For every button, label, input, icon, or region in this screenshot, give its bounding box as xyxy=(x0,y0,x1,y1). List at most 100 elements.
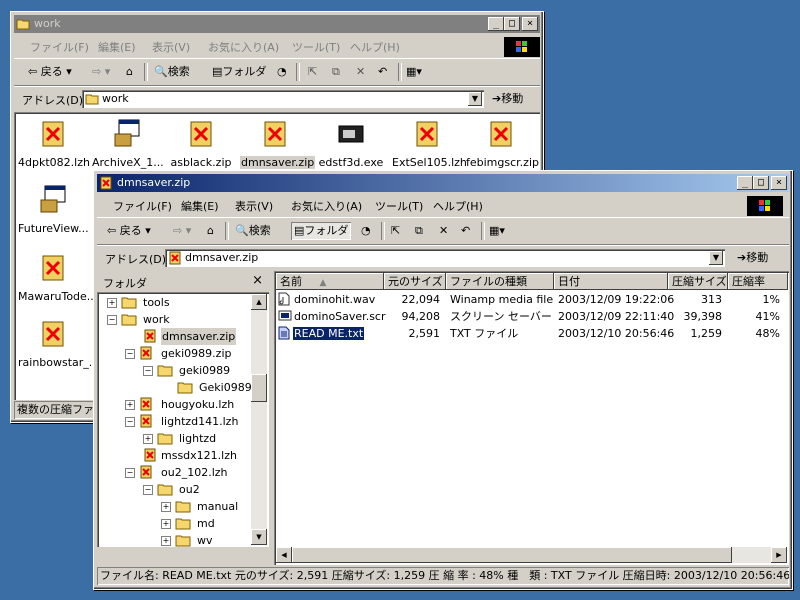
menu-file[interactable]: ファイル(F) xyxy=(113,198,172,214)
close-button[interactable]: × xyxy=(522,17,538,31)
menu-favorites[interactable]: お気に入り(A) xyxy=(291,198,362,214)
go-button[interactable]: ➔移動 xyxy=(737,249,768,267)
collapse-icon[interactable]: − xyxy=(125,468,135,478)
menu-tools[interactable]: ツール(T) xyxy=(292,39,340,55)
file-icon-item[interactable]: febimgscr.zip xyxy=(466,118,539,169)
undo-button[interactable]: ↶ xyxy=(461,222,470,240)
archive-window[interactable]: dmnsaver.zip _ □ × ファイル(F) 編集(E) 表示(V) お… xyxy=(93,170,793,590)
menu-edit[interactable]: 編集(E) xyxy=(181,198,219,214)
column-header-original-size[interactable]: 元のサイズ xyxy=(384,273,446,290)
installer-icon xyxy=(114,119,140,147)
collapse-icon[interactable]: − xyxy=(125,417,135,427)
minimize-button[interactable]: _ xyxy=(737,176,753,190)
address-input[interactable]: dmnsaver.zip ▼ xyxy=(165,249,725,267)
close-icon[interactable]: × xyxy=(252,273,263,288)
move-to-button[interactable]: ⇱ xyxy=(391,222,400,240)
folder-tree[interactable]: + tools − work dmnsaver.zip − geki0989.zip … xyxy=(97,292,269,547)
expand-icon[interactable]: + xyxy=(125,400,135,410)
scroll-down-button[interactable]: ▼ xyxy=(251,529,267,545)
forward-button[interactable]: ⇨ ▾ xyxy=(173,222,191,240)
collapse-icon[interactable]: − xyxy=(143,366,153,376)
toolbar-separator xyxy=(144,63,148,81)
file-icon-item[interactable]: ExtSel105.lzh xyxy=(392,118,467,169)
file-icon-item[interactable]: ArchiveX_1... xyxy=(92,118,164,169)
table-row-selected[interactable]: READ ME.txt 2,591 TXT ファイル 2003/12/10 20… xyxy=(274,325,789,342)
up-folder-button[interactable]: ⌂ xyxy=(207,222,214,240)
close-button[interactable]: × xyxy=(771,176,787,190)
copy-to-button[interactable]: ⧉ xyxy=(415,222,423,240)
file-icon-item[interactable]: dmnsaver.zip xyxy=(240,118,316,169)
views-button[interactable]: ▦▾ xyxy=(406,63,422,81)
file-list-view[interactable]: 名前 ▲ 元のサイズ ファイルの種類 日付 圧縮サイズ 圧縮率 dominohi… xyxy=(274,271,789,565)
scrollbar-thumb[interactable] xyxy=(292,547,732,563)
zip-archive-icon xyxy=(140,414,152,428)
folders-button[interactable]: ▤フォルダ xyxy=(212,63,266,81)
move-to-button[interactable]: ⇱ xyxy=(308,63,317,81)
folder-icon xyxy=(157,433,173,445)
column-header-ratio[interactable]: 圧縮率 xyxy=(728,273,788,290)
address-input[interactable]: work ▼ xyxy=(82,90,484,108)
file-icon-item[interactable]: edstf3d.exe xyxy=(316,118,386,169)
search-button[interactable]: 🔍検索 xyxy=(154,63,190,81)
folders-button[interactable]: ▤フォルダ xyxy=(291,222,352,240)
tree-vertical-scrollbar[interactable]: ▲ ▼ xyxy=(251,294,267,545)
scroll-right-button[interactable]: ▶ xyxy=(771,547,787,563)
minimize-button[interactable]: _ xyxy=(488,17,504,31)
windows-logo-icon xyxy=(747,196,783,216)
file-icon-item[interactable]: asblack.zip xyxy=(166,118,236,169)
menu-edit[interactable]: 編集(E) xyxy=(98,39,136,55)
go-button[interactable]: ➔移動 xyxy=(492,90,523,108)
file-icon-item[interactable]: 4dpkt082.lzh xyxy=(18,118,90,169)
collapse-icon[interactable]: − xyxy=(107,315,117,325)
copy-to-button[interactable]: ⧉ xyxy=(332,63,340,81)
delete-button[interactable]: ✕ xyxy=(356,63,365,81)
table-row[interactable]: dominoSaver.scr 94,208 スクリーン セーバー 2003/1… xyxy=(274,308,789,325)
back-button[interactable]: ⇦ 戻る ▾ xyxy=(107,222,151,240)
delete-button[interactable]: ✕ xyxy=(439,222,448,240)
expand-icon[interactable]: + xyxy=(161,536,171,546)
expand-icon[interactable]: + xyxy=(161,519,171,529)
menu-help[interactable]: ヘルプ(H) xyxy=(350,39,400,55)
expand-icon[interactable]: + xyxy=(107,298,117,308)
scroll-left-button[interactable]: ◀ xyxy=(276,547,292,563)
history-button[interactable]: ◔ xyxy=(277,63,287,81)
menu-view[interactable]: 表示(V) xyxy=(152,39,190,55)
menu-view[interactable]: 表示(V) xyxy=(235,198,273,214)
archive-title-bar[interactable]: dmnsaver.zip _ □ × xyxy=(97,174,789,192)
expand-icon[interactable]: + xyxy=(161,502,171,512)
column-header-file-type[interactable]: ファイルの種類 xyxy=(446,273,554,290)
menu-tools[interactable]: ツール(T) xyxy=(375,198,423,214)
back-button[interactable]: ⇦ 戻る ▾ xyxy=(28,63,72,81)
undo-button[interactable]: ↶ xyxy=(378,63,387,81)
collapse-icon[interactable]: − xyxy=(143,485,153,495)
address-dropdown-button[interactable]: ▼ xyxy=(709,251,723,265)
views-button[interactable]: ▦▾ xyxy=(489,222,505,240)
expand-icon[interactable]: + xyxy=(143,434,153,444)
column-header-compressed-size[interactable]: 圧縮サイズ xyxy=(668,273,728,290)
cell-compressed-size: 313 xyxy=(701,293,722,306)
maximize-button[interactable]: □ xyxy=(504,17,520,31)
menu-help[interactable]: ヘルプ(H) xyxy=(433,198,483,214)
collapse-icon[interactable]: − xyxy=(125,349,135,359)
maximize-button[interactable]: □ xyxy=(753,176,769,190)
column-header-date[interactable]: 日付 xyxy=(554,273,668,290)
table-row[interactable]: dominohit.wav 22,094 Winamp media file 2… xyxy=(274,291,789,308)
up-folder-button[interactable]: ⌂ xyxy=(126,63,133,81)
scroll-up-button[interactable]: ▲ xyxy=(251,294,267,310)
menu-favorites[interactable]: お気に入り(A) xyxy=(208,39,279,55)
menu-file[interactable]: ファイル(F) xyxy=(30,39,89,55)
work-title-bar[interactable]: work _ □ × xyxy=(14,15,540,33)
cell-name: dominohit.wav xyxy=(294,293,376,306)
folder-open-icon xyxy=(157,365,173,377)
file-icon-item[interactable]: MawaruTode... xyxy=(18,252,97,303)
file-icon-item[interactable]: rainbowstar_... xyxy=(18,318,99,369)
history-button[interactable]: ◔ xyxy=(361,222,371,240)
address-dropdown-button[interactable]: ▼ xyxy=(468,92,482,106)
forward-button[interactable]: ⇨ ▾ xyxy=(92,63,110,81)
column-header-name[interactable]: 名前 ▲ xyxy=(276,273,384,290)
cell-file-type: スクリーン セーバー xyxy=(450,310,552,323)
list-horizontal-scrollbar[interactable]: ◀ ▶ xyxy=(276,547,787,563)
file-icon-item[interactable]: FutureView... xyxy=(18,184,89,235)
search-button[interactable]: 🔍検索 xyxy=(235,222,271,240)
scrollbar-thumb[interactable] xyxy=(251,374,267,402)
